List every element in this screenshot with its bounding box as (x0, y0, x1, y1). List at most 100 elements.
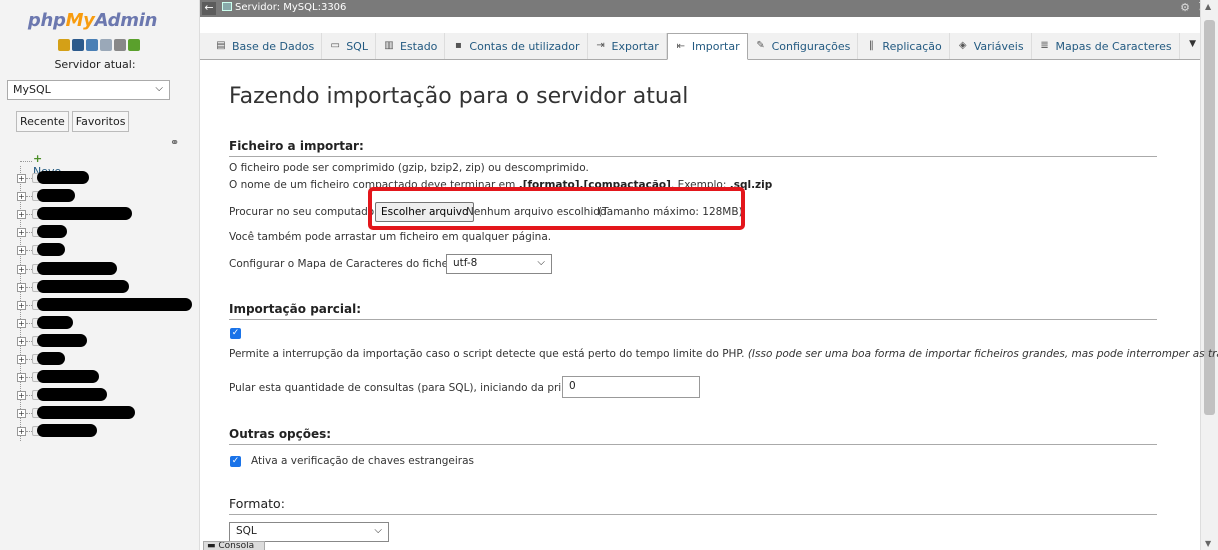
tab-label: Variáveis (973, 39, 1024, 53)
settings-icon: ✎ (756, 40, 765, 51)
expand-icon[interactable]: + (17, 282, 26, 292)
server-icon (222, 2, 232, 11)
nav-tabs: Recente Favoritos (16, 111, 132, 132)
expand-icon[interactable]: + (17, 192, 26, 202)
redacted-database-name (37, 189, 75, 203)
charset-label: Configurar o Mapa de Caracteres do fiche… (229, 258, 466, 270)
quick-links (58, 39, 140, 51)
phpmyadmin-logo[interactable]: phpMyAdmin (10, 10, 175, 31)
fk-checks-checkbox[interactable]: ✓ (230, 456, 241, 467)
tab-charsets[interactable]: ≣ Mapas de Caracteres (1032, 33, 1180, 59)
tab-user-accounts[interactable]: ▪ Contas de utilizador (445, 33, 588, 59)
format-select[interactable]: SQL ⌵ (229, 522, 389, 542)
tab-replication[interactable]: ‖ Replicação (858, 33, 950, 59)
recent-tab[interactable]: Recente (16, 111, 69, 132)
link-with-main-icon[interactable]: ⚭ (170, 136, 179, 149)
tab-label: Exportar (611, 39, 659, 53)
file-section-heading: Ficheiro a importar: (229, 139, 1157, 157)
settings-icon[interactable] (114, 39, 126, 51)
chevron-down-icon: ⌵ (155, 83, 163, 94)
server-breadcrumb-bar: ← Servidor: MySQL:3306 ⚙ ⊼ (200, 0, 1218, 17)
collapse-nav-button[interactable]: ← (202, 2, 216, 15)
databases-icon: ▤ (216, 40, 226, 51)
help-icon[interactable] (86, 39, 98, 51)
import-icon: ⇤ (676, 40, 686, 52)
redacted-database-name (37, 352, 65, 366)
chevron-down-icon: ⌵ (374, 525, 382, 536)
expand-icon[interactable]: + (17, 373, 26, 383)
navigation-panel: phpMyAdmin Servidor atual: MySQL ⌵ Recen… (0, 0, 200, 550)
tab-label: Importar (691, 40, 740, 53)
redacted-database-name (37, 315, 73, 329)
redacted-database-name (37, 388, 107, 402)
tab-databases[interactable]: ▤ Base de Dados (208, 33, 323, 59)
redacted-database-name (37, 370, 99, 384)
reload-icon[interactable] (128, 39, 140, 51)
expand-icon[interactable]: + (17, 264, 26, 274)
redacted-database-name (37, 279, 129, 293)
expand-icon[interactable]: + (17, 300, 26, 310)
tab-label: Replicação (882, 39, 942, 53)
page-scrollbar[interactable]: ▲ ▼ (1200, 0, 1218, 550)
format-heading: Formato: (229, 496, 1157, 515)
allow-interrupt-checkbox[interactable]: ✓ (230, 328, 241, 339)
exit-icon[interactable] (72, 39, 84, 51)
tree-connector (20, 161, 32, 162)
docs-icon[interactable] (100, 39, 112, 51)
plus-icon: + (33, 152, 43, 165)
breadcrumb-server[interactable]: Servidor: MySQL:3306 (222, 2, 346, 13)
tab-label: Configurações (771, 39, 851, 53)
variables-icon: ◈ (958, 40, 967, 51)
expand-icon[interactable]: + (17, 391, 26, 401)
sql-icon: ▭ (330, 40, 340, 51)
tab-label: Base de Dados (232, 39, 315, 53)
expand-icon[interactable]: + (17, 336, 26, 346)
redacted-database-name (37, 207, 132, 221)
expand-icon[interactable]: + (17, 174, 26, 184)
scroll-up-icon[interactable]: ▲ (1205, 2, 1211, 11)
tab-variables[interactable]: ◈ Variáveis (950, 33, 1032, 59)
skip-queries-label: Pular esta quantidade de consultas (para… (229, 382, 596, 394)
highlight-annotation (368, 187, 745, 230)
page-title: Fazendo importação para o servidor atual (229, 84, 689, 109)
status-icon: ▥ (384, 40, 394, 51)
allow-interrupt-label: Permite a interrupção da importação caso… (229, 348, 1218, 360)
favorites-tab[interactable]: Favoritos (71, 111, 130, 132)
redacted-database-name (37, 171, 89, 185)
console-icon: ▬ (207, 541, 216, 550)
tab-status[interactable]: ▥ Estado (376, 33, 446, 59)
partial-section-heading: Importação parcial: (229, 302, 1157, 320)
expand-icon[interactable]: + (17, 409, 26, 419)
expand-icon[interactable]: + (17, 228, 26, 238)
tab-export[interactable]: ⇥ Exportar (588, 33, 667, 59)
expand-icon[interactable]: + (17, 246, 26, 256)
home-icon[interactable] (58, 39, 70, 51)
tab-label: Estado (399, 39, 438, 53)
gear-icon[interactable]: ⚙ (1180, 1, 1190, 14)
server-select[interactable]: MySQL ⌵ (7, 80, 170, 100)
charsets-icon: ≣ (1040, 40, 1049, 51)
export-icon: ⇥ (596, 40, 605, 51)
scroll-down-icon[interactable]: ▼ (1205, 539, 1211, 548)
skip-queries-input[interactable]: 0 (562, 376, 700, 398)
user-accounts-icon: ▪ (455, 40, 462, 51)
expand-icon[interactable]: + (17, 355, 26, 365)
tab-settings[interactable]: ✎ Configurações (748, 33, 859, 59)
expand-icon[interactable]: + (17, 210, 26, 220)
expand-icon[interactable]: + (17, 427, 26, 437)
console-toggle[interactable]: ▬ Consola (203, 541, 265, 550)
replication-icon: ‖ (868, 40, 874, 51)
charset-select[interactable]: utf-8 ⌵ (446, 254, 552, 274)
redacted-database-name (37, 424, 97, 438)
more-tabs-icon[interactable]: ▼ (1189, 39, 1196, 49)
redacted-database-name (37, 261, 117, 275)
redacted-database-name (37, 225, 67, 239)
main-content: Fazendo importação para o servidor atual… (200, 60, 1218, 550)
tab-label: Mapas de Caracteres (1055, 39, 1172, 53)
drag-hint: Você também pode arrastar um ficheiro em… (229, 231, 552, 243)
tab-sql[interactable]: ▭ SQL (322, 33, 376, 59)
tab-label: SQL (346, 39, 368, 53)
tab-import[interactable]: ⇤ Importar (666, 33, 748, 60)
expand-icon[interactable]: + (17, 318, 26, 328)
chevron-down-icon: ⌵ (537, 257, 545, 268)
